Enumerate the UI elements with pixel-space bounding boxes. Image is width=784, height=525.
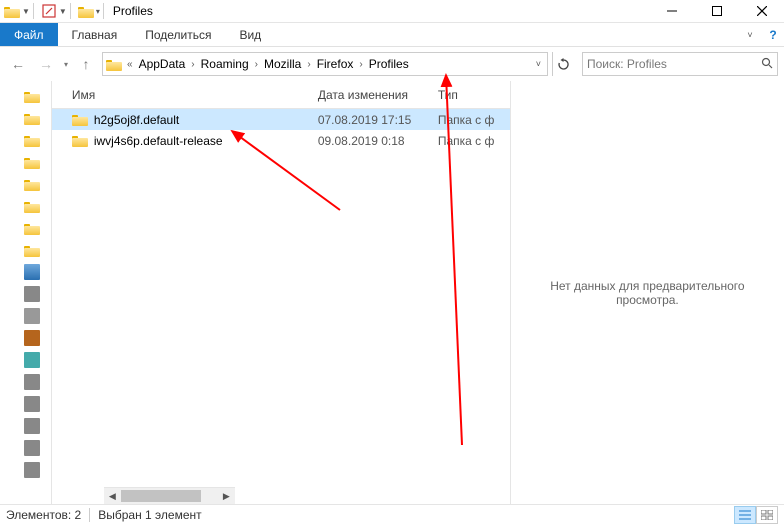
app-folder-icon <box>4 3 20 19</box>
close-button[interactable] <box>739 0 784 23</box>
chevron-right-icon[interactable]: › <box>357 59 364 70</box>
tree-folder-icon[interactable] <box>24 156 40 169</box>
nav-row: ← → ▾ ↑ « AppData › Roaming › Mozilla › … <box>0 47 784 81</box>
file-type: Папка с ф <box>430 113 510 127</box>
tree-item-icon[interactable] <box>24 374 40 390</box>
breadcrumb-item[interactable]: Roaming <box>197 57 253 71</box>
tree-item-icon[interactable] <box>24 440 40 456</box>
file-name: iwvj4s6p.default-release <box>94 134 223 148</box>
help-icon[interactable]: ? <box>762 23 784 46</box>
search-icon[interactable] <box>761 57 773 72</box>
refresh-button[interactable] <box>552 52 574 76</box>
tree-folder-icon[interactable] <box>24 178 40 191</box>
tree-item-icon[interactable] <box>24 352 40 368</box>
address-bar[interactable]: « AppData › Roaming › Mozilla › Firefox … <box>102 52 548 76</box>
scroll-left-icon[interactable]: ◀ <box>104 488 121 504</box>
ribbon-tab-share[interactable]: Поделиться <box>131 23 225 46</box>
status-selection: Выбран 1 элемент <box>98 508 201 522</box>
horizontal-scrollbar[interactable]: ◀ ▶ <box>104 487 235 504</box>
breadcrumb-item[interactable]: Profiles <box>365 57 413 71</box>
breadcrumb-folder-icon <box>105 55 123 73</box>
search-box[interactable]: Поиск: Profiles <box>582 52 778 76</box>
tree-pc-icon[interactable] <box>24 264 40 280</box>
forward-button[interactable]: → <box>34 52 58 76</box>
preview-pane: Нет данных для предварительного просмотр… <box>510 81 784 504</box>
tree-folder-icon[interactable] <box>24 222 40 235</box>
tree-item-icon[interactable] <box>24 330 40 346</box>
chevron-right-icon[interactable]: › <box>189 59 196 70</box>
preview-empty-text: Нет данных для предварительного просмотр… <box>519 279 776 307</box>
tree-folder-icon[interactable] <box>24 134 40 147</box>
chevron-right-icon[interactable]: › <box>305 59 312 70</box>
separator <box>70 3 71 19</box>
file-date: 09.08.2019 0:18 <box>310 134 430 148</box>
table-row[interactable]: iwvj4s6p.default-release 09.08.2019 0:18П… <box>52 130 510 151</box>
tree-folder-icon[interactable] <box>24 112 40 125</box>
properties-icon[interactable] <box>41 3 57 19</box>
tree-item-icon[interactable] <box>24 462 40 478</box>
view-details-button[interactable] <box>734 506 756 524</box>
ribbon: Файл Главная Поделиться Вид ˅ ? <box>0 23 784 47</box>
table-row[interactable]: h2g5oj8f.default 07.08.2019 17:15Папка с … <box>52 109 510 130</box>
tree-folder-icon[interactable] <box>24 90 40 103</box>
back-button[interactable]: ← <box>6 52 30 76</box>
column-name[interactable]: Имя <box>52 81 310 108</box>
maximize-button[interactable] <box>694 0 739 23</box>
tree-folder-icon[interactable] <box>24 244 40 257</box>
scroll-right-icon[interactable]: ▶ <box>218 488 235 504</box>
window-title: Profiles <box>113 4 153 18</box>
ribbon-tab-view[interactable]: Вид <box>225 23 275 46</box>
ribbon-tab-home[interactable]: Главная <box>58 23 132 46</box>
breadcrumb-item[interactable]: Mozilla <box>260 57 305 71</box>
folder-icon <box>72 113 88 126</box>
file-name: h2g5oj8f.default <box>94 113 179 127</box>
qat-dropdown-icon[interactable]: ▼ <box>22 7 30 16</box>
file-type: Папка с ф <box>430 134 510 148</box>
file-list: Имя Дата изменения Тип h2g5oj8f.default 0… <box>52 81 510 504</box>
search-placeholder: Поиск: Profiles <box>587 57 761 71</box>
tree-item-icon[interactable] <box>24 396 40 412</box>
title-bar: ▼ ▼ ▾ Profiles <box>0 0 784 23</box>
qat-dropdown2-icon[interactable]: ▼ <box>59 7 67 16</box>
main-area: Имя Дата изменения Тип h2g5oj8f.default 0… <box>0 81 784 504</box>
address-dropdown-icon[interactable]: ˅ <box>536 59 541 69</box>
status-item-count: Элементов: 2 <box>6 508 81 522</box>
tree-folder-icon[interactable] <box>24 200 40 213</box>
title-folder-icon <box>78 3 94 19</box>
up-button[interactable]: ↑ <box>74 52 98 76</box>
breadcrumb-overflow-icon[interactable]: « <box>127 59 133 70</box>
breadcrumb-item[interactable]: Firefox <box>313 57 358 71</box>
column-headers: Имя Дата изменения Тип <box>52 81 510 109</box>
tree-item-icon[interactable] <box>24 418 40 434</box>
title-dropdown-icon[interactable]: ▾ <box>96 7 100 16</box>
scroll-thumb[interactable] <box>121 490 201 502</box>
status-bar: Элементов: 2 Выбран 1 элемент <box>0 504 784 525</box>
column-type[interactable]: Тип <box>430 81 510 108</box>
navigation-pane[interactable] <box>0 81 52 504</box>
minimize-button[interactable] <box>649 0 694 23</box>
folder-icon <box>72 134 88 147</box>
ribbon-collapse-icon[interactable]: ˅ <box>738 23 762 46</box>
chevron-right-icon[interactable]: › <box>253 59 260 70</box>
tree-item-icon[interactable] <box>24 308 40 324</box>
tree-item-icon[interactable] <box>24 286 40 302</box>
separator <box>103 3 104 19</box>
view-icons-button[interactable] <box>756 506 778 524</box>
ribbon-file-tab[interactable]: Файл <box>0 23 58 46</box>
separator <box>33 3 34 19</box>
history-dropdown-icon[interactable]: ▾ <box>62 60 70 69</box>
separator <box>89 508 90 522</box>
file-date: 07.08.2019 17:15 <box>310 113 430 127</box>
column-date[interactable]: Дата изменения <box>310 81 430 108</box>
breadcrumb-item[interactable]: AppData <box>135 57 190 71</box>
